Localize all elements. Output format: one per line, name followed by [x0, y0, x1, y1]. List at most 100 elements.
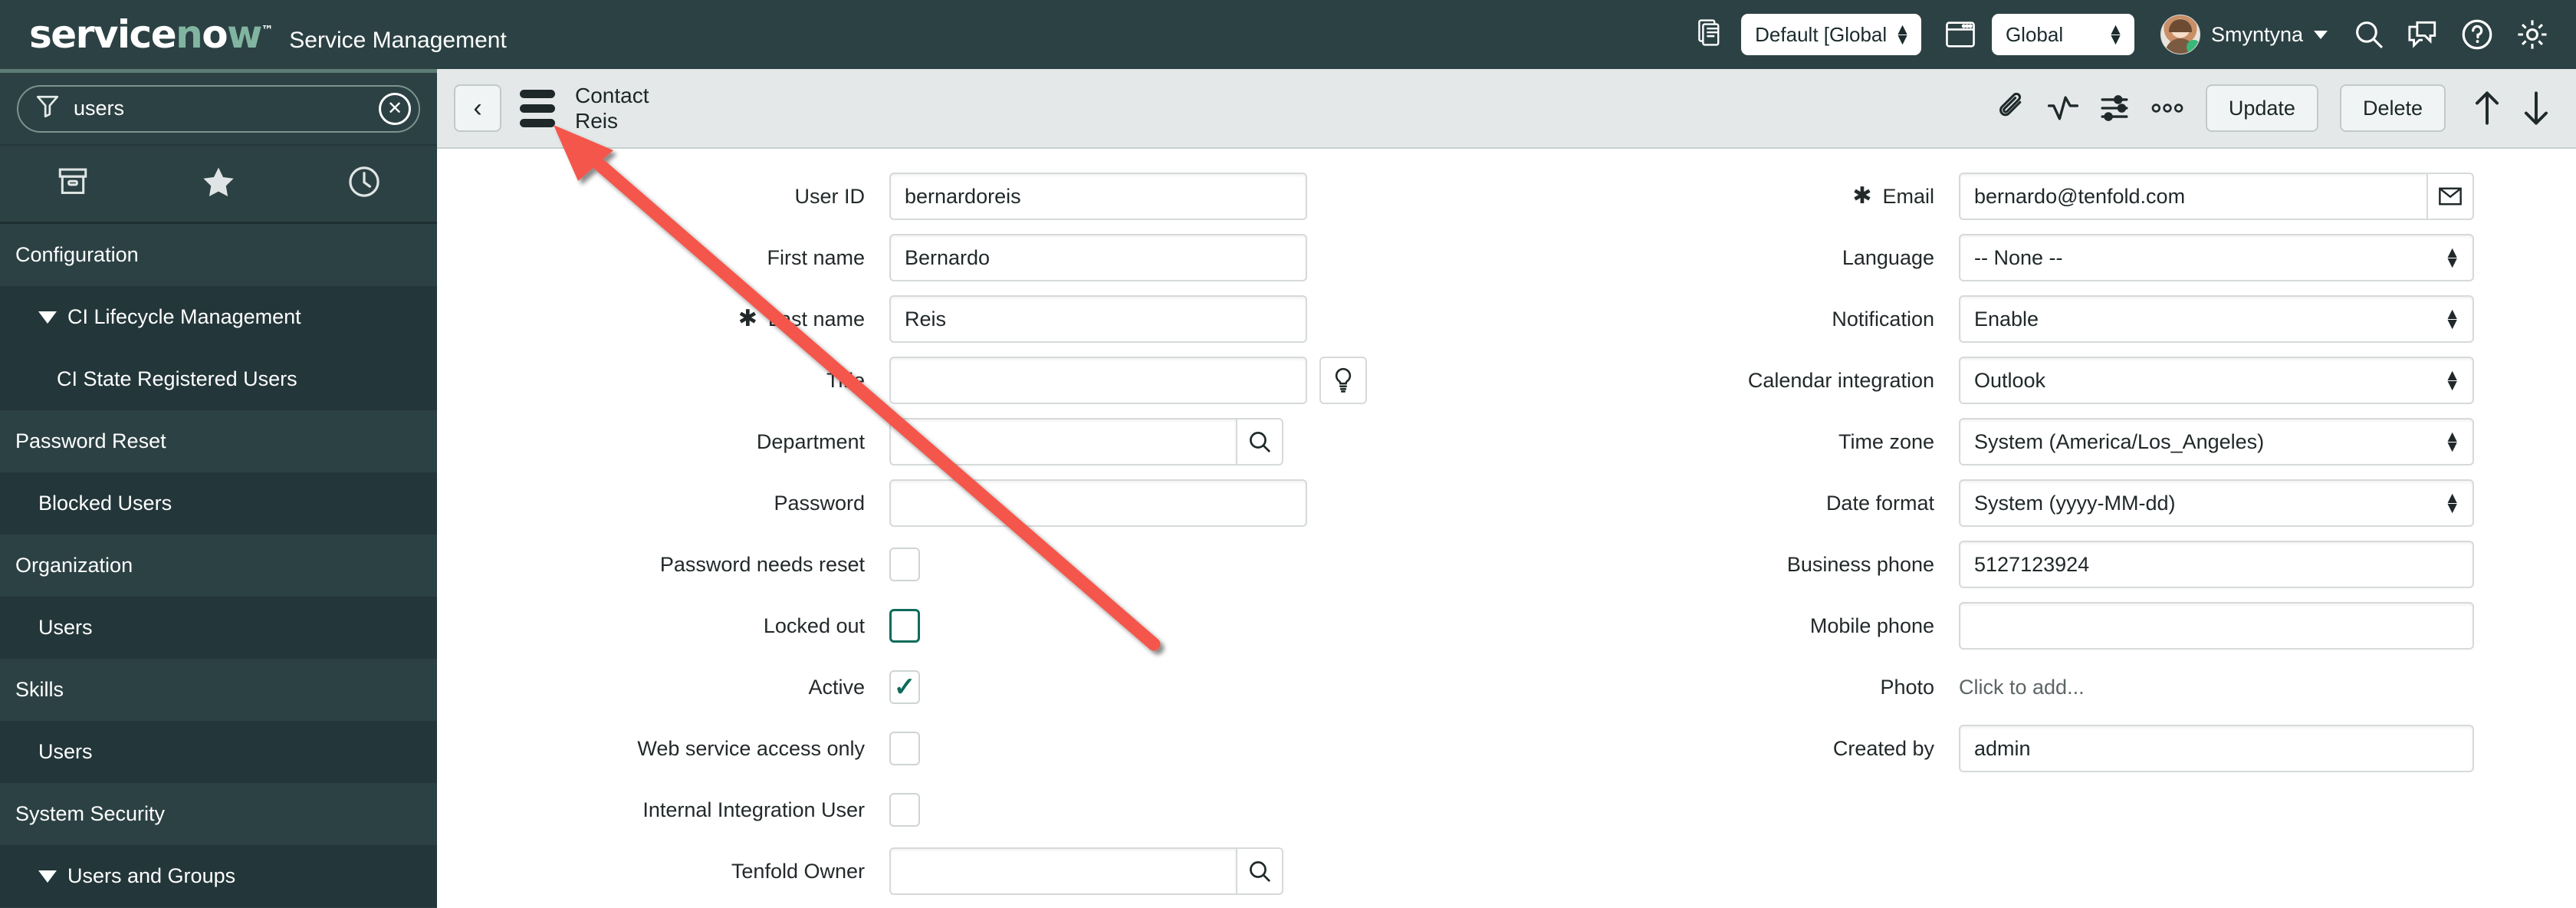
- tab-all-applications[interactable]: [0, 167, 146, 200]
- avatar[interactable]: [2160, 15, 2200, 54]
- web-service-access-only-checkbox[interactable]: [889, 732, 920, 765]
- application-navigator-sidebar: users ✕ Configuration CI Lifecycle Manag…: [0, 69, 437, 908]
- copy-pages-icon[interactable]: [1698, 19, 1724, 50]
- language-select[interactable]: -- None -- ▲ ▼: [1959, 234, 2474, 281]
- internal-integration-user-checkbox[interactable]: [889, 793, 920, 827]
- first-name-field[interactable]: Bernardo: [889, 234, 1307, 281]
- form-header-toolbar: ‹ Contact Reis Update Delete: [437, 69, 2576, 149]
- delete-button[interactable]: Delete: [2339, 84, 2446, 132]
- title-field[interactable]: [889, 357, 1307, 404]
- paperclip-icon[interactable]: [1997, 93, 2026, 123]
- search-lookup-icon[interactable]: [1236, 418, 1283, 466]
- field-web-service-access-only: Web service access only: [437, 718, 1506, 779]
- logo-now-mark: n: [176, 12, 203, 57]
- record-form-content: ‹ Contact Reis Update Delete User ID ber…: [437, 69, 2576, 908]
- sidebar-item-users-and-groups[interactable]: Users and Groups: [0, 845, 437, 907]
- password-field[interactable]: [889, 479, 1307, 527]
- tab-favorites[interactable]: [146, 166, 291, 202]
- previous-record-up-arrow-icon[interactable]: [2473, 90, 2501, 126]
- brand[interactable]: servicenow™ Service Management: [0, 15, 507, 54]
- notification-select[interactable]: Enable ▲ ▼: [1959, 295, 2474, 343]
- clear-circle-x-icon[interactable]: ✕: [379, 92, 411, 125]
- navigator-tabs: [0, 144, 437, 224]
- conversation-icon[interactable]: [2407, 20, 2438, 49]
- sidebar-item-password-reset[interactable]: Password Reset: [0, 410, 437, 472]
- last-name-field[interactable]: Reis: [889, 295, 1307, 343]
- sidebar-item-label: CI State Registered Users: [57, 367, 297, 390]
- field-mobile-phone: Mobile phone: [1506, 595, 2576, 656]
- username-label: Smyntyna: [2210, 22, 2303, 46]
- sidebar-item-ci-lifecycle-management[interactable]: CI Lifecycle Management: [0, 286, 437, 348]
- field-label: Photo: [1880, 675, 1934, 699]
- hamburger-menu-icon[interactable]: [520, 89, 555, 127]
- field-email: ✱ Email bernardo@tenfold.com: [1506, 166, 2576, 227]
- select-spinner-icon: ▲ ▼: [2444, 427, 2460, 456]
- application-window-icon[interactable]: [1946, 21, 1975, 48]
- sidebar-item-ci-state-registered-users[interactable]: CI State Registered Users: [0, 348, 437, 410]
- search-lookup-icon[interactable]: [1236, 847, 1283, 895]
- lightbulb-icon[interactable]: [1319, 357, 1367, 404]
- field-time-zone: Time zone System (America/Los_Angeles) ▲…: [1506, 411, 2576, 472]
- breadcrumb: Contact Reis: [575, 83, 649, 133]
- application-scope-selector[interactable]: Global ▲ ▼: [1991, 14, 2134, 55]
- servicenow-logo[interactable]: servicenow™: [29, 12, 274, 57]
- locked-out-checkbox[interactable]: [889, 609, 920, 643]
- form-action-toolbar: Update Delete: [1997, 84, 2550, 132]
- user-id-field[interactable]: bernardoreis: [889, 173, 1307, 220]
- envelope-icon[interactable]: [2426, 173, 2474, 220]
- sidebar-item-configuration[interactable]: Configuration: [0, 224, 437, 286]
- personalize-sliders-icon[interactable]: [2100, 94, 2129, 123]
- more-ellipsis-icon[interactable]: [2150, 100, 2184, 116]
- next-record-down-arrow-icon[interactable]: [2522, 90, 2550, 126]
- field-title: Title: [437, 350, 1506, 411]
- field-notification: Notification Enable ▲ ▼: [1506, 288, 2576, 350]
- field-language: Language -- None -- ▲ ▼: [1506, 227, 2576, 288]
- email-field[interactable]: bernardo@tenfold.com: [1959, 173, 2426, 220]
- field-user-id: User ID bernardoreis: [437, 166, 1506, 227]
- tenfold-owner-field[interactable]: [889, 847, 1236, 895]
- user-menu[interactable]: Smyntyna: [2160, 15, 2328, 54]
- time-zone-select[interactable]: System (America/Los_Angeles) ▲ ▼: [1959, 418, 2474, 466]
- select-spinner-icon: ▲ ▼: [2444, 304, 2460, 333]
- sidebar-item-skills[interactable]: Skills: [0, 659, 437, 721]
- sidebar-item-skills-users[interactable]: Users: [0, 721, 437, 783]
- sidebar-item-organization-users[interactable]: Users: [0, 597, 437, 659]
- field-internal-integration-user: Internal Integration User: [437, 779, 1506, 841]
- password-needs-reset-checkbox[interactable]: [889, 548, 920, 581]
- field-date-format: Date format System (yyyy-MM-dd) ▲ ▼: [1506, 472, 2576, 534]
- search-input[interactable]: users ✕: [17, 84, 420, 133]
- chevron-down-icon: [38, 870, 57, 883]
- field-password: Password: [437, 472, 1506, 534]
- update-set-selector[interactable]: Default [Global ▲ ▼: [1741, 14, 1921, 55]
- field-label: Locked out: [763, 614, 865, 637]
- active-checkbox[interactable]: ✓: [889, 670, 920, 704]
- online-status-dot: [2186, 40, 2200, 54]
- calendar-integration-select[interactable]: Outlook ▲ ▼: [1959, 357, 2474, 404]
- update-button[interactable]: Update: [2205, 84, 2318, 132]
- product-name: Service Management: [289, 28, 507, 53]
- tab-history[interactable]: [291, 166, 437, 202]
- sidebar-item-organization[interactable]: Organization: [0, 535, 437, 597]
- business-phone-field[interactable]: 5127123924: [1959, 541, 2474, 588]
- help-icon[interactable]: [2461, 18, 2493, 51]
- sidebar-item-label: CI Lifecycle Management: [67, 305, 301, 328]
- gear-icon[interactable]: [2516, 18, 2548, 51]
- sidebar-item-label: System Security: [15, 802, 166, 825]
- field-label: First name: [767, 245, 865, 269]
- field-label: Calendar integration: [1747, 368, 1934, 392]
- update-set-spinner-icon: ▲ ▼: [1894, 20, 1911, 48]
- photo-add-link[interactable]: Click to add...: [1959, 676, 2085, 699]
- date-format-select[interactable]: System (yyyy-MM-dd) ▲ ▼: [1959, 479, 2474, 527]
- search-icon[interactable]: [2354, 19, 2384, 50]
- sidebar-item-blocked-users[interactable]: Blocked Users: [0, 472, 437, 535]
- created-by-field[interactable]: admin: [1959, 725, 2474, 772]
- sidebar-item-label: Blocked Users: [38, 492, 172, 515]
- sidebar-item-system-security[interactable]: System Security: [0, 783, 437, 845]
- mobile-phone-field[interactable]: [1959, 602, 2474, 650]
- activity-stream-icon[interactable]: [2047, 94, 2078, 123]
- language-select-value: -- None --: [1974, 245, 2063, 269]
- field-label: Password: [774, 491, 865, 515]
- field-label-text: Email: [1882, 184, 1934, 208]
- back-chevron-icon[interactable]: ‹: [454, 84, 501, 132]
- department-field[interactable]: [889, 418, 1236, 466]
